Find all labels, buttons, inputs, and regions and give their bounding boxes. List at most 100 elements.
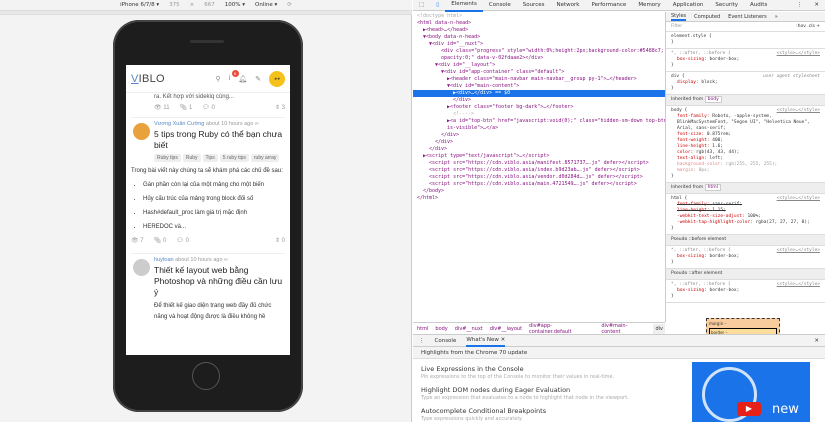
- filter-input[interactable]: Filter: [671, 24, 682, 30]
- tab-event-listeners[interactable]: Event Listeners: [728, 14, 767, 20]
- tag[interactable]: 5 ruby tips: [219, 154, 249, 162]
- prop-name[interactable]: -webkit-text-size-adjust: [677, 214, 742, 219]
- dom-node[interactable]: ▶<footer class="footer bg-dark">…</foote…: [413, 104, 665, 111]
- dom-node[interactable]: ▶<head>…</head>: [413, 27, 665, 34]
- prop-name[interactable]: text-align: [677, 156, 704, 161]
- prop-value[interactable]: border-box;: [710, 288, 740, 293]
- prop-name[interactable]: box-sizing: [677, 57, 704, 62]
- prop-value[interactable]: 0px;: [699, 168, 710, 173]
- dom-node[interactable]: </div>: [413, 97, 665, 104]
- prop-value[interactable]: 0.875rem;: [707, 132, 731, 137]
- dom-node[interactable]: is-visible">…</a>: [413, 125, 665, 132]
- width-input[interactable]: 375: [169, 2, 180, 8]
- close-drawer-icon[interactable]: ✕: [814, 338, 819, 344]
- tab-console[interactable]: Console: [483, 0, 517, 11]
- chrome-70-video-thumbnail[interactable]: ▶ new: [692, 362, 810, 422]
- tab-sources[interactable]: Sources: [517, 0, 551, 11]
- breadcrumb-item[interactable]: div: [653, 323, 666, 334]
- author-link[interactable]: Vương Xuân Cường: [154, 121, 204, 127]
- tag[interactable]: Ruby: [182, 154, 201, 162]
- hov-cls-buttons[interactable]: :hov .cls +: [796, 24, 820, 30]
- rule-source[interactable]: <style>…</style>: [777, 282, 820, 288]
- dom-node[interactable]: ▶<header class="main-navbar main-navbar_…: [413, 76, 665, 83]
- pencil-icon[interactable]: ✎: [255, 75, 261, 83]
- prop-name[interactable]: background-color: [677, 162, 720, 167]
- post-title[interactable]: 5 tips trong Ruby có thể bạn chưa biết: [154, 129, 285, 151]
- tab-security[interactable]: Security: [709, 0, 744, 11]
- tab-memory[interactable]: Memory: [632, 0, 666, 11]
- tab-application[interactable]: Application: [667, 0, 710, 11]
- play-icon[interactable]: ▶: [737, 402, 761, 416]
- breadcrumb-item[interactable]: div#__layout: [490, 326, 522, 332]
- dom-node[interactable]: ▼<body data-n-head>: [413, 34, 665, 41]
- prop-value[interactable]: 400;: [712, 138, 723, 143]
- tag[interactable]: Tips: [202, 154, 218, 162]
- close-devtools-icon[interactable]: ✕: [808, 0, 825, 11]
- announcement-icon[interactable]: i6: [229, 70, 239, 82]
- drawer-tab-console[interactable]: Console: [435, 338, 457, 344]
- close-tab-icon[interactable]: ✕: [501, 337, 506, 343]
- dom-node[interactable]: <!doctype html>: [413, 13, 665, 20]
- more-tabs-icon[interactable]: »: [775, 14, 778, 20]
- prop-name[interactable]: line-height: [677, 208, 707, 213]
- inherited-node[interactable]: body: [704, 96, 722, 103]
- rule-source[interactable]: <style>…</style>: [777, 108, 820, 114]
- breadcrumb-item[interactable]: body: [435, 326, 447, 332]
- prop-value[interactable]: border-box;: [710, 57, 740, 62]
- post-title[interactable]: Thiết kế layout web bằng Photoshop và nh…: [154, 265, 285, 298]
- breadcrumb-item[interactable]: div#main-content: [601, 323, 646, 335]
- dom-node[interactable]: ▶<script type="text/javascript">…</scrip…: [413, 153, 665, 160]
- dom-node[interactable]: ▼<div id="__nuxt">: [413, 41, 665, 48]
- viblo-logo[interactable]: VIBLO: [131, 73, 208, 85]
- tab-audits[interactable]: Audits: [744, 0, 773, 11]
- device-select[interactable]: iPhone 6/7/8 ▾: [120, 2, 159, 8]
- dom-node[interactable]: </div>: [413, 139, 665, 146]
- prop-name[interactable]: font-family: [677, 202, 707, 207]
- prop-name[interactable]: box-sizing: [677, 288, 704, 293]
- device-toggle-icon[interactable]: ▯: [430, 0, 445, 11]
- dom-node[interactable]: opacity:0;" data-v-02fdaae2></div>: [413, 55, 665, 62]
- prop-value[interactable]: rgb(255, 255, 255);: [726, 162, 777, 167]
- tab-network[interactable]: Network: [550, 0, 585, 11]
- dom-node[interactable]: <html data-n-head>: [413, 20, 665, 27]
- dom-node[interactable]: <script src="https://cdn.viblo.asia/main…: [413, 181, 665, 188]
- network-select[interactable]: Online ▾: [255, 2, 277, 8]
- styles-filter[interactable]: Filter :hov .cls +: [666, 22, 825, 32]
- rule-source[interactable]: <style>…</style>: [777, 196, 820, 202]
- rotate-icon[interactable]: ⟳: [287, 2, 292, 8]
- prop-name[interactable]: box-sizing: [677, 254, 704, 259]
- author-avatar[interactable]: [133, 259, 150, 276]
- more-icon[interactable]: ⋮: [791, 0, 809, 11]
- tab-performance[interactable]: Performance: [585, 0, 632, 11]
- search-icon[interactable]: ⚲: [216, 75, 221, 83]
- prop-value[interactable]: 1.6;: [712, 144, 723, 149]
- tab-styles[interactable]: Styles: [671, 13, 687, 21]
- tab-computed[interactable]: Computed: [694, 14, 720, 20]
- rule-source[interactable]: <style>…</style>: [777, 51, 820, 57]
- breadcrumb-item[interactable]: div#__nuxt: [455, 326, 483, 332]
- author-avatar[interactable]: [133, 123, 150, 140]
- prop-value[interactable]: sans-serif;: [712, 202, 742, 207]
- dom-node[interactable]: </html>: [413, 195, 665, 202]
- prop-value[interactable]: rgb(43, 43, 44);: [696, 150, 739, 155]
- tab-elements[interactable]: Elements: [445, 0, 483, 12]
- dom-node[interactable]: </div>: [413, 146, 665, 153]
- prop-name[interactable]: -webkit-tap-highlight-color: [677, 220, 750, 225]
- prop-value[interactable]: 1.15;: [712, 208, 726, 213]
- inspect-icon[interactable]: ⬚: [413, 0, 430, 11]
- dom-node[interactable]: </body>: [413, 188, 665, 195]
- prop-name[interactable]: line-height: [677, 144, 707, 149]
- prop-value[interactable]: left;: [710, 156, 724, 161]
- breadcrumb-item[interactable]: html: [417, 326, 428, 332]
- dom-node[interactable]: <div class="progress" style="width:0%;he…: [413, 48, 665, 55]
- dom-node[interactable]: ▶<a id="top-btn" href="javascript:void(0…: [413, 118, 665, 125]
- zoom-select[interactable]: 100% ▾: [225, 2, 245, 8]
- prop-name[interactable]: color: [677, 150, 691, 155]
- dom-node[interactable]: <script src="https://cdn.viblo.asia/vend…: [413, 174, 665, 181]
- prop-value[interactable]: rgba(27, 27, 27, 0);: [756, 220, 810, 225]
- dom-node[interactable]: <script src="https://cdn.viblo.asia/inde…: [413, 167, 665, 174]
- tag[interactable]: ruby array: [250, 154, 280, 162]
- dom-node[interactable]: <script src="https://cdn.viblo.asia/mani…: [413, 160, 665, 167]
- tag[interactable]: Ruby tips: [154, 154, 181, 162]
- bell-icon[interactable]: 🔔︎: [238, 75, 247, 83]
